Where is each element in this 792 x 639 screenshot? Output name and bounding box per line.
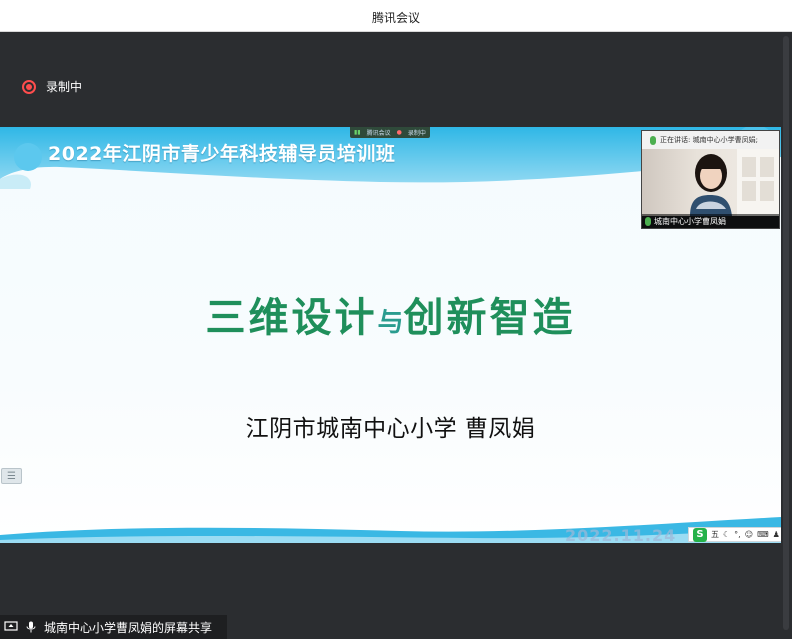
ime-toolbar[interactable]: S 五 ☾ °, ☺ ⌨ ♟ ▦ xyxy=(688,527,781,542)
record-icon xyxy=(22,79,36,94)
vertical-scrollbar[interactable] xyxy=(780,32,792,639)
speaking-indicator: 正在讲话: 城南中心小学曹凤娟; xyxy=(642,131,779,149)
punctuation-icon[interactable]: °, xyxy=(734,530,741,539)
slide-main-title: 三维设计与创新智造 xyxy=(0,285,781,343)
date-watermark: 2022.11.24 xyxy=(565,526,677,543)
participant-avatar xyxy=(690,149,779,216)
participant-video-tile[interactable]: 正在讲话: 城南中心小学曹凤娟; 城南中心小学曹凤娟 xyxy=(641,130,780,229)
recording-label: 录制中 xyxy=(46,80,83,94)
participant-name: 城南中心小学曹凤娟 xyxy=(654,216,726,226)
screen-share-label: 城南中心小学曹凤娟的屏幕共享 xyxy=(44,620,213,635)
screen-share-bar[interactable]: 城南中心小学曹凤娟的屏幕共享 xyxy=(0,615,227,639)
main-title-part2: 创新智造 xyxy=(403,295,576,341)
slide-banner-title: 2022年江阴市青少年科技辅导员培训班 xyxy=(48,143,396,165)
ime-logo[interactable]: S xyxy=(693,527,707,542)
mini-badge-app: 腾讯会议 xyxy=(366,130,391,137)
keyboard-icon[interactable]: ⌨ xyxy=(757,530,769,539)
ime-mode[interactable]: 五 xyxy=(711,529,719,540)
mic-icon xyxy=(645,216,651,226)
video-feed xyxy=(642,149,779,216)
signal-icon: ▮▮ xyxy=(354,129,361,136)
mini-badge-rec: 录制中 xyxy=(407,130,426,137)
speaking-label: 正在讲话: 城南中心小学曹凤娟; xyxy=(660,136,758,144)
mic-icon xyxy=(650,135,656,145)
list-icon[interactable]: ☰ xyxy=(1,468,22,484)
window-title: 腾讯会议 xyxy=(371,11,420,25)
moon-icon[interactable]: ☾ xyxy=(723,530,730,539)
participant-name-bar: 城南中心小学曹凤娟 xyxy=(642,214,779,228)
main-title-part1: 三维设计 xyxy=(205,295,378,341)
window-titlebar: 腾讯会议 xyxy=(0,0,792,32)
scrollbar-thumb[interactable] xyxy=(783,36,789,630)
slide-subtitle: 江阴市城南中心小学 曹凤娟 xyxy=(245,416,536,442)
mini-record-icon: ● xyxy=(396,129,402,136)
mic-icon xyxy=(26,621,36,633)
shirt-icon[interactable]: ♟ xyxy=(773,530,780,539)
screen-share-icon xyxy=(4,621,18,631)
emoji-icon[interactable]: ☺ xyxy=(745,530,753,539)
recording-indicator[interactable]: 录制中 xyxy=(22,78,82,95)
meeting-mini-badge: ▮▮ 腾讯会议 ● 录制中 xyxy=(350,127,430,138)
main-title-joiner: 与 xyxy=(377,308,404,338)
